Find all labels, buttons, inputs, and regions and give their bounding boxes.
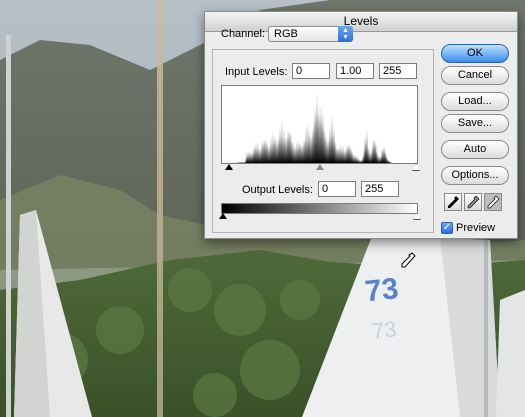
- sail-number: 73: [363, 272, 400, 308]
- preview-label: Preview: [456, 222, 496, 234]
- histogram: [221, 85, 418, 164]
- input-levels-label: Input Levels:: [225, 66, 288, 78]
- output-levels-label: Output Levels:: [242, 184, 313, 196]
- save-button[interactable]: Save...: [441, 114, 509, 133]
- eyedropper-cursor-icon: [401, 252, 416, 268]
- input-gamma-field[interactable]: 1.00: [336, 63, 374, 79]
- output-gradient-bar: [221, 203, 418, 214]
- updown-arrows-icon: ▲ ▼: [338, 26, 353, 42]
- black-eyedropper-icon[interactable]: [444, 193, 462, 211]
- channel-select[interactable]: RGB ▲ ▼: [268, 26, 353, 42]
- input-black-field[interactable]: 0: [292, 63, 330, 79]
- ok-button[interactable]: OK: [441, 44, 509, 63]
- output-white-field[interactable]: 255: [361, 181, 399, 197]
- preview-checkbox[interactable]: ✓: [441, 222, 453, 234]
- output-black-slider[interactable]: [219, 213, 227, 219]
- input-gamma-slider[interactable]: [316, 164, 324, 170]
- output-black-field[interactable]: 0: [318, 181, 356, 197]
- channel-label: Channel:: [221, 28, 266, 40]
- cancel-button[interactable]: Cancel: [441, 66, 509, 85]
- auto-button[interactable]: Auto: [441, 140, 509, 159]
- gray-eyedropper-icon[interactable]: [464, 193, 482, 211]
- input-black-slider[interactable]: [225, 164, 233, 170]
- load-button[interactable]: Load...: [441, 92, 509, 111]
- histogram-plot: [230, 91, 411, 163]
- histogram-shape: [230, 91, 411, 163]
- options-button[interactable]: Options...: [441, 166, 509, 185]
- white-eyedropper-icon[interactable]: [484, 193, 502, 211]
- input-white-field[interactable]: 255: [379, 63, 417, 79]
- panel-divider: [157, 0, 163, 417]
- channel-select-value: RGB: [274, 28, 298, 40]
- svg-text:73: 73: [371, 316, 398, 343]
